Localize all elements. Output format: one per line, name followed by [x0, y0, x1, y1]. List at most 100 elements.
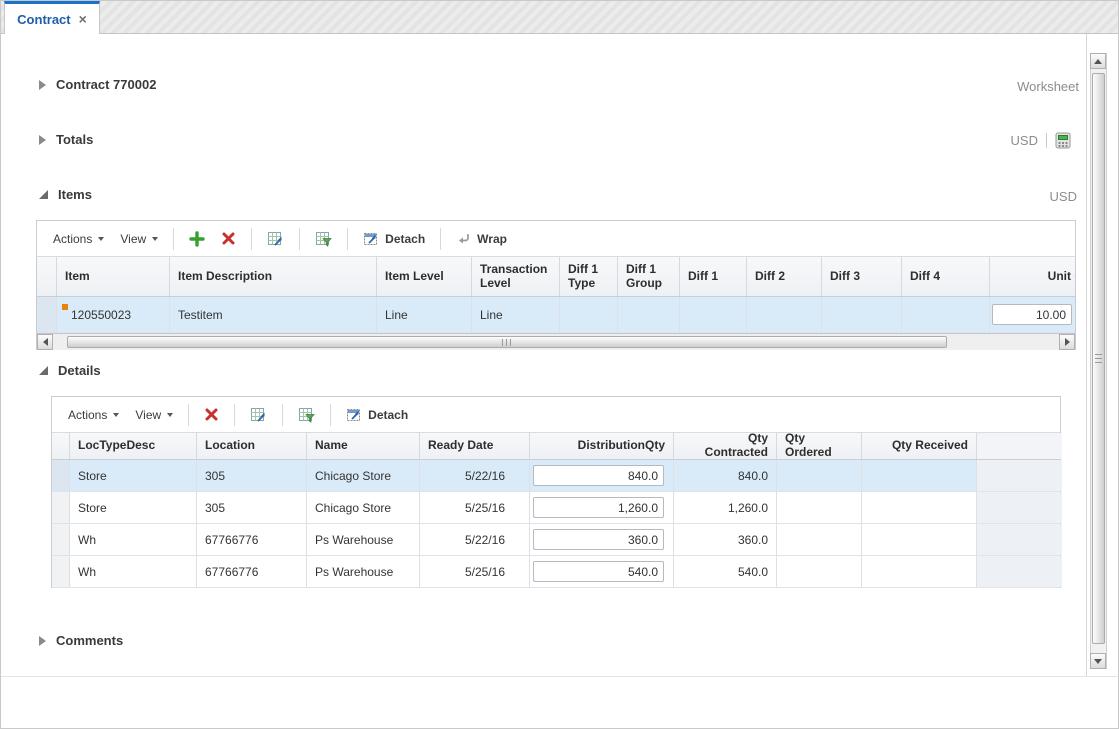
- detach-button[interactable]: Detach: [355, 227, 433, 251]
- section-items-header[interactable]: Items: [39, 187, 92, 202]
- cell-qty-contracted[interactable]: 1,260.0: [674, 492, 777, 523]
- column-header-loctypedesc[interactable]: LocTypeDesc: [70, 433, 197, 459]
- calculator-icon[interactable]: [1055, 132, 1071, 149]
- wrap-button[interactable]: Wrap: [448, 228, 515, 250]
- delete-button[interactable]: [213, 227, 244, 250]
- column-header-diff4[interactable]: Diff 4: [902, 257, 990, 296]
- column-header-diff3[interactable]: Diff 3: [822, 257, 902, 296]
- cell-ready-date[interactable]: 5/25/16: [420, 556, 530, 587]
- cell-location[interactable]: 305: [197, 492, 307, 523]
- export-filter-button[interactable]: [307, 227, 340, 251]
- table-row[interactable]: Store 305 Chicago Store 5/25/16 1,260.0: [52, 492, 1060, 524]
- column-header-qty-received[interactable]: Qty Received: [862, 433, 977, 459]
- scroll-left-button[interactable]: [37, 334, 53, 350]
- column-header-location[interactable]: Location: [197, 433, 307, 459]
- horizontal-scroll-thumb[interactable]: [67, 336, 947, 348]
- cell-item-level[interactable]: Line: [377, 297, 472, 332]
- cell-qty-received[interactable]: [862, 524, 977, 555]
- cell-qty-received[interactable]: [862, 460, 977, 491]
- cell-ready-date[interactable]: 5/22/16: [420, 460, 530, 491]
- export-to-excel-button[interactable]: [259, 227, 292, 251]
- column-header-ready-date[interactable]: Ready Date: [420, 433, 530, 459]
- delete-button[interactable]: [196, 403, 227, 426]
- cell-location[interactable]: 67766776: [197, 524, 307, 555]
- section-contract-header[interactable]: Contract 770002: [39, 77, 156, 92]
- cell-loctypedesc[interactable]: Wh: [70, 524, 197, 555]
- cell-qty-ordered[interactable]: [777, 524, 862, 555]
- scroll-up-button[interactable]: [1090, 53, 1106, 69]
- cell-name[interactable]: Ps Warehouse: [307, 556, 420, 587]
- column-header-diff1-group[interactable]: Diff 1 Group: [618, 257, 680, 296]
- distribution-qty-input[interactable]: [533, 465, 664, 486]
- table-row[interactable]: Wh 67766776 Ps Warehouse 5/25/16 540.0: [52, 556, 1060, 588]
- close-icon[interactable]: ×: [79, 13, 87, 25]
- cell-qty-contracted[interactable]: 360.0: [674, 524, 777, 555]
- vertical-scroll-thumb[interactable]: [1092, 73, 1105, 644]
- cell-location[interactable]: 305: [197, 460, 307, 491]
- cell-ready-date[interactable]: 5/25/16: [420, 492, 530, 523]
- add-button[interactable]: [181, 227, 213, 251]
- tab-contract[interactable]: Contract ×: [4, 1, 100, 34]
- row-selector-cell[interactable]: [52, 492, 70, 523]
- section-comments-header[interactable]: Comments: [39, 633, 123, 648]
- column-header-item-description[interactable]: Item Description: [170, 257, 377, 296]
- cell-qty-ordered[interactable]: [777, 556, 862, 587]
- cell-name[interactable]: Chicago Store: [307, 492, 420, 523]
- scroll-right-button[interactable]: [1059, 334, 1075, 350]
- view-menu-button[interactable]: View: [127, 404, 181, 426]
- column-header-item-level[interactable]: Item Level: [377, 257, 472, 296]
- cell-name[interactable]: Ps Warehouse: [307, 524, 420, 555]
- section-totals-header[interactable]: Totals: [39, 132, 93, 147]
- column-header-transaction-level[interactable]: Transaction Level: [472, 257, 560, 296]
- cell-qty-received[interactable]: [862, 492, 977, 523]
- view-menu-button[interactable]: View: [112, 228, 166, 250]
- column-header-name[interactable]: Name: [307, 433, 420, 459]
- cell-diff1-type[interactable]: [560, 297, 618, 332]
- distribution-qty-input[interactable]: [533, 561, 664, 582]
- row-selector-cell[interactable]: [52, 556, 70, 587]
- cell-qty-ordered[interactable]: [777, 492, 862, 523]
- row-selector-cell[interactable]: [37, 297, 57, 332]
- cell-qty-ordered[interactable]: [777, 460, 862, 491]
- cell-qty-received[interactable]: [862, 556, 977, 587]
- detach-button[interactable]: Detach: [338, 403, 416, 427]
- column-header-qty-ordered[interactable]: Qty Ordered: [777, 433, 862, 459]
- cell-loctypedesc[interactable]: Store: [70, 460, 197, 491]
- cell-item[interactable]: 120550023: [57, 297, 170, 332]
- export-to-excel-button[interactable]: [242, 403, 275, 427]
- column-header-qty-contracted[interactable]: Qty Contracted: [674, 433, 777, 459]
- cell-diff1[interactable]: [680, 297, 747, 332]
- cell-qty-contracted[interactable]: 540.0: [674, 556, 777, 587]
- distribution-qty-input[interactable]: [533, 497, 664, 518]
- export-filter-button[interactable]: [290, 403, 323, 427]
- section-details-header[interactable]: Details: [39, 363, 101, 378]
- unit-cost-input[interactable]: [992, 304, 1072, 325]
- table-row[interactable]: Wh 67766776 Ps Warehouse 5/22/16 360.0: [52, 524, 1060, 556]
- cell-diff3[interactable]: [822, 297, 902, 332]
- column-header-diff2[interactable]: Diff 2: [747, 257, 822, 296]
- row-selector-cell[interactable]: [52, 460, 70, 491]
- table-row[interactable]: Store 305 Chicago Store 5/22/16 840.0: [52, 460, 1060, 492]
- actions-menu-button[interactable]: Actions: [45, 228, 112, 250]
- cell-transaction-level[interactable]: Line: [472, 297, 560, 332]
- row-selector-cell[interactable]: [52, 524, 70, 555]
- column-header-item[interactable]: Item: [57, 257, 170, 296]
- cell-diff1-group[interactable]: [618, 297, 680, 332]
- cell-name[interactable]: Chicago Store: [307, 460, 420, 491]
- cell-item-description[interactable]: Testitem: [170, 297, 377, 332]
- cell-diff4[interactable]: [902, 297, 990, 332]
- column-header-distribution-qty[interactable]: DistributionQty: [530, 433, 674, 459]
- column-header-diff1[interactable]: Diff 1: [680, 257, 747, 296]
- horizontal-scrollbar[interactable]: [37, 333, 1075, 350]
- table-row[interactable]: 120550023 Testitem Line Line: [37, 297, 1075, 333]
- column-header-unit-cost[interactable]: Unit Cost: [990, 257, 1075, 296]
- vertical-scrollbar[interactable]: [1090, 53, 1107, 669]
- column-header-diff1-type[interactable]: Diff 1 Type: [560, 257, 618, 296]
- actions-menu-button[interactable]: Actions: [60, 404, 127, 426]
- cell-qty-contracted[interactable]: 840.0: [674, 460, 777, 491]
- cell-ready-date[interactable]: 5/22/16: [420, 524, 530, 555]
- cell-loctypedesc[interactable]: Wh: [70, 556, 197, 587]
- cell-loctypedesc[interactable]: Store: [70, 492, 197, 523]
- scroll-down-button[interactable]: [1090, 653, 1106, 669]
- cell-location[interactable]: 67766776: [197, 556, 307, 587]
